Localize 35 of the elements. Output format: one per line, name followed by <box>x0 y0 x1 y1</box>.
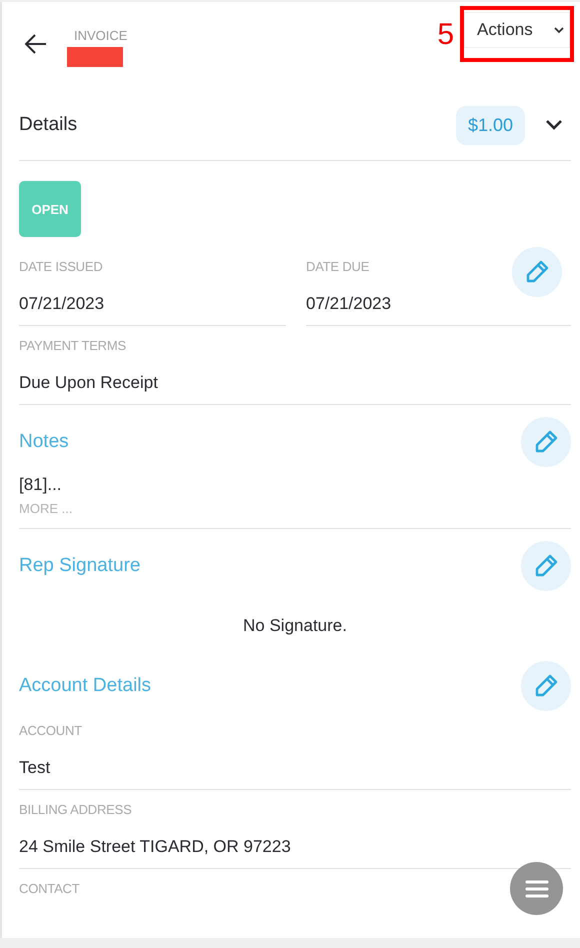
status-badge: OPEN <box>19 181 81 237</box>
pencil-icon <box>533 673 559 699</box>
edit-button[interactable] <box>521 541 571 591</box>
field-value: 07/21/2023 <box>306 294 392 314</box>
field-label: BILLING ADDRESS <box>19 801 132 819</box>
pencil-icon <box>524 259 550 285</box>
pencil-icon <box>533 553 559 579</box>
section-title: Notes <box>19 431 69 453</box>
section-title: Details <box>19 114 78 136</box>
amount-badge: $1.00 <box>456 106 525 144</box>
notes-text: [81]... <box>19 475 62 495</box>
field-label: DATE ISSUED <box>19 258 103 276</box>
redaction-block <box>67 47 123 67</box>
field-value: Due Upon Receipt <box>19 373 158 393</box>
field-value: 07/21/2023 <box>19 294 104 314</box>
section-title: Account Details <box>19 675 152 697</box>
document-type-label: INVOICE <box>74 28 128 43</box>
pencil-icon <box>533 429 559 455</box>
actions-dropdown[interactable]: Actions <box>464 12 570 48</box>
back-arrow-icon[interactable] <box>25 34 47 54</box>
chevron-down-icon <box>553 26 565 34</box>
field-value: 24 Smile Street TIGARD, OR 97223 <box>19 837 291 857</box>
field-label: DATE DUE <box>306 258 370 276</box>
field-label: CONTACT <box>19 880 80 898</box>
annotation-number: 5 <box>437 18 454 52</box>
edit-button[interactable] <box>512 247 562 297</box>
menu-icon <box>524 878 548 898</box>
field-label: PAYMENT TERMS <box>19 337 126 355</box>
no-signature-text: No Signature. <box>242 616 348 636</box>
section-title: Rep Signature <box>19 555 140 577</box>
edit-button[interactable] <box>521 661 571 711</box>
chevron-down-icon[interactable] <box>545 119 563 131</box>
field-value: Test <box>19 758 50 778</box>
edit-button[interactable] <box>521 417 571 467</box>
field-label: ACCOUNT <box>19 722 82 740</box>
